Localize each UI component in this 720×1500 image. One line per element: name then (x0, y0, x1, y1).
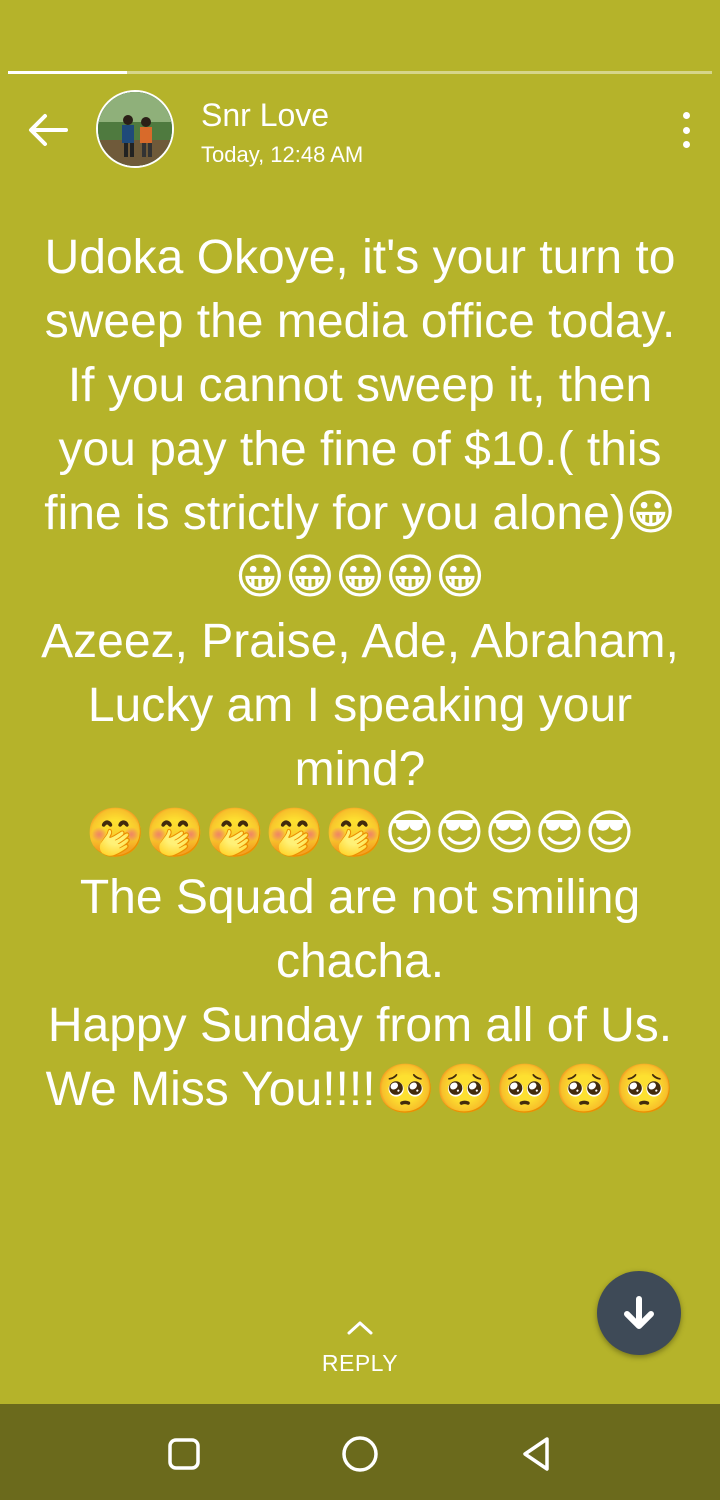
nav-back-button[interactable] (512, 1430, 560, 1478)
square-icon (168, 1438, 200, 1470)
nav-home-button[interactable] (336, 1430, 384, 1478)
sender-name: Snr Love (201, 97, 330, 133)
arrow-left-icon (29, 114, 68, 146)
nav-recents-button[interactable] (160, 1430, 208, 1478)
system-nav-bar (0, 1404, 720, 1500)
reply-button[interactable]: REPLY (260, 1318, 460, 1377)
avatar-photo (98, 92, 172, 166)
chevron-up-icon (347, 1321, 373, 1335)
status-progress-fill (8, 71, 127, 74)
more-vertical-icon (682, 112, 690, 119)
status-timestamp: Today, 12:48 AM (201, 142, 364, 167)
more-options-button[interactable] (678, 112, 694, 148)
scroll-down-button[interactable] (597, 1271, 681, 1355)
avatar[interactable] (96, 90, 174, 168)
circle-icon (342, 1436, 378, 1472)
status-progress-track (8, 71, 712, 74)
arrow-down-icon (624, 1296, 654, 1329)
status-header: Snr Love Today, 12:48 AM (0, 90, 720, 170)
more-vertical-icon-dot (682, 126, 690, 134)
triangle-back-icon (523, 1437, 549, 1471)
more-vertical-icon-dot (682, 141, 690, 148)
reply-label: REPLY (321, 1350, 399, 1376)
status-message: Udoka Okoye, it's your turn to sweep the… (41, 231, 679, 1116)
back-button[interactable] (24, 110, 70, 150)
